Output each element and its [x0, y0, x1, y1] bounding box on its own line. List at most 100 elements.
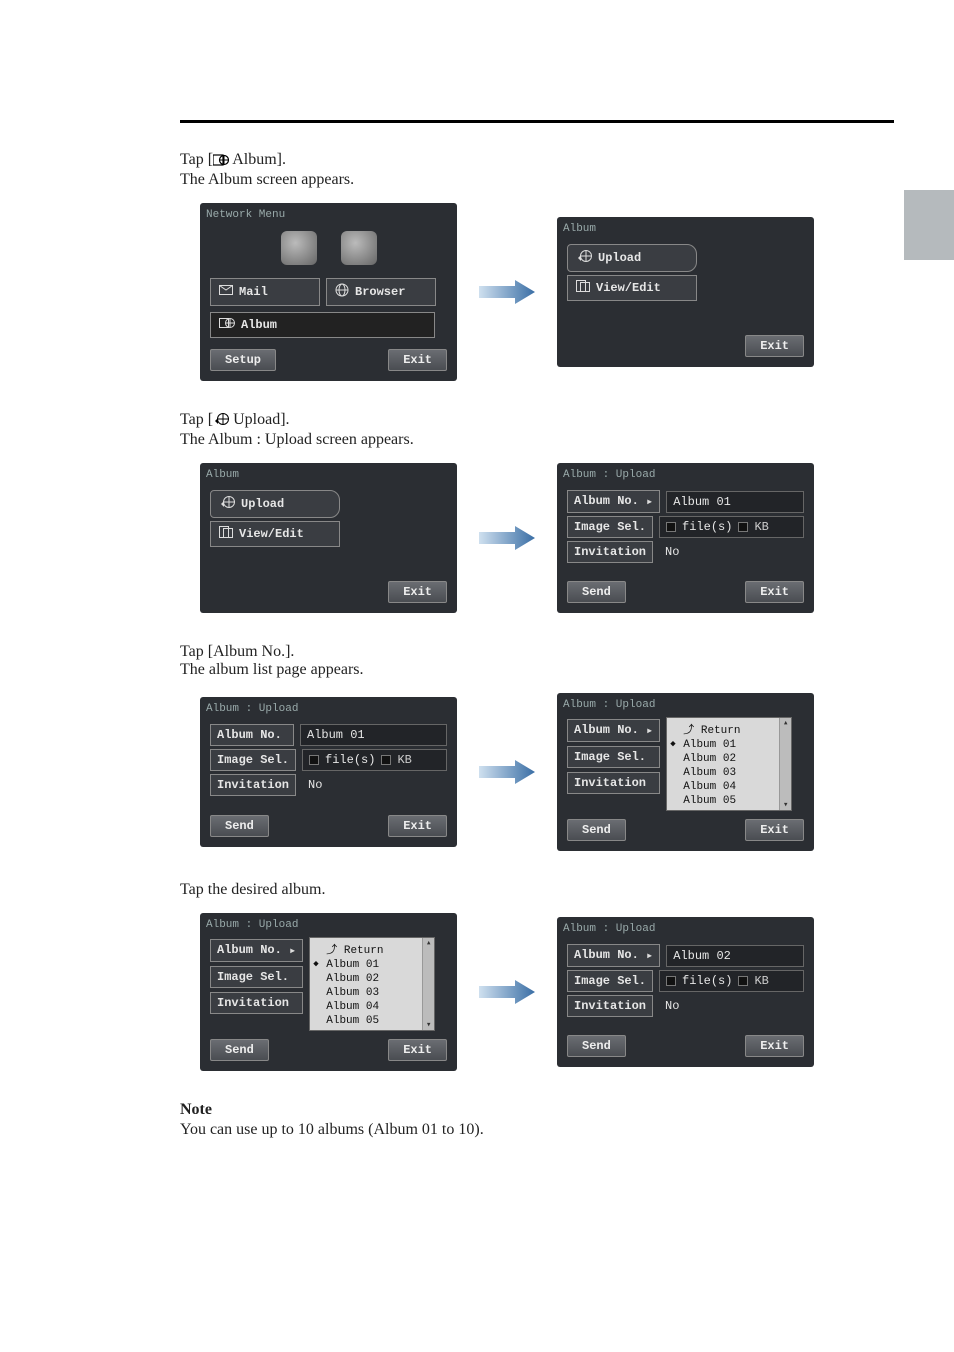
album-button-selected[interactable]: Album — [210, 312, 435, 338]
album-list-screen-2: Album : Upload Album No. ▸ Image Sel. In… — [200, 913, 457, 1071]
list-item[interactable]: Album 05 — [667, 794, 791, 808]
step-1-screens: Network Menu Mail Browser — [200, 203, 894, 381]
screen-title: Album — [206, 469, 451, 481]
globe-icon — [335, 283, 349, 301]
upload-icon — [219, 495, 235, 513]
image-sel-value: file(s) KB — [659, 516, 804, 538]
viewedit-menu-item[interactable]: View/Edit — [210, 521, 340, 547]
album-no-value: Album 01 — [300, 724, 447, 746]
exit-button[interactable]: Exit — [745, 1035, 804, 1057]
dropdown-return[interactable]: ⤴ Return — [310, 940, 434, 958]
viewedit-icon — [576, 280, 590, 296]
album-no-button[interactable]: Album No. ▸ — [567, 944, 660, 967]
send-button[interactable]: Send — [567, 581, 626, 603]
count-box-icon — [666, 976, 676, 986]
step-1-desc: The Album screen appears. — [180, 171, 894, 189]
send-button[interactable]: Send — [210, 1039, 269, 1061]
album-dropdown[interactable]: ⤴ Return Album 01 Album 02 Album 03 Albu… — [309, 937, 435, 1031]
album-screen-2: Album Upload View/Edit Exit — [200, 463, 457, 613]
exit-button[interactable]: Exit — [388, 1039, 447, 1061]
album-no-value: Album 01 — [666, 491, 804, 513]
invitation-button[interactable]: Invitation — [567, 541, 653, 563]
upload-menu-item[interactable]: Upload — [567, 244, 697, 272]
image-sel-button[interactable]: Image Sel. — [567, 746, 660, 768]
exit-button[interactable]: Exit — [745, 581, 804, 603]
count-box-icon — [309, 755, 319, 765]
upload-label: Upload — [241, 497, 284, 511]
invitation-button[interactable]: Invitation — [567, 772, 660, 794]
image-sel-button[interactable]: Image Sel. — [210, 966, 303, 988]
send-button[interactable]: Send — [210, 815, 269, 837]
album-no-button[interactable]: Album No. ▸ — [567, 719, 660, 742]
scrollbar[interactable]: ▴▾ — [422, 938, 434, 1030]
image-sel-button[interactable]: Image Sel. — [567, 970, 653, 992]
mail-label: Mail — [239, 285, 268, 299]
step-1-label: Tap [ Album]. — [180, 151, 894, 171]
exit-button[interactable]: Exit — [745, 335, 804, 357]
screen-title: Album : Upload — [563, 699, 808, 711]
list-item[interactable]: Album 01 — [667, 738, 791, 752]
mail-icon — [219, 285, 233, 299]
album-upload-screen: Album : Upload Album No. ▸ Album 01 Imag… — [557, 463, 814, 613]
exit-button[interactable]: Exit — [388, 349, 447, 371]
files-label: file(s) — [682, 520, 732, 534]
count-box-icon — [666, 522, 676, 532]
note-text: You can use up to 10 albums (Album 01 to… — [180, 1121, 894, 1139]
arrow-icon — [477, 758, 537, 786]
exit-button[interactable]: Exit — [388, 815, 447, 837]
send-button[interactable]: Send — [567, 1035, 626, 1057]
viewedit-label: View/Edit — [239, 527, 304, 541]
list-item[interactable]: Album 01 — [310, 958, 434, 972]
album-label: Album — [241, 318, 277, 332]
album-dropdown[interactable]: ⤴ Return Album 01 Album 02 Album 03 Albu… — [666, 717, 792, 811]
album-no-button[interactable]: Album No. — [210, 724, 294, 746]
step-2-label: Tap [ Upload]. — [180, 411, 894, 431]
screen-title: Album : Upload — [563, 923, 808, 935]
step-3-desc: The album list page appears. — [180, 661, 894, 679]
setup-button[interactable]: Setup — [210, 349, 276, 371]
upload-label: Upload — [598, 251, 641, 265]
list-item[interactable]: Album 02 — [667, 752, 791, 766]
album-no-button[interactable]: Album No. ▸ — [567, 490, 660, 513]
invitation-button[interactable]: Invitation — [567, 995, 653, 1017]
invitation-button[interactable]: Invitation — [210, 774, 296, 796]
invitation-value: No — [302, 775, 328, 795]
image-sel-button[interactable]: Image Sel. — [567, 516, 653, 538]
list-item[interactable]: Album 03 — [310, 986, 434, 1000]
kb-label: KB — [397, 753, 411, 767]
album-screen: Album Upload View/Edit Exit — [557, 217, 814, 367]
side-tab — [904, 190, 954, 260]
album-no-value: Album 02 — [666, 945, 804, 967]
size-box-icon — [381, 755, 391, 765]
viewedit-menu-item[interactable]: View/Edit — [567, 275, 697, 301]
dropdown-return[interactable]: ⤴ Return — [667, 720, 791, 738]
list-item[interactable]: Album 04 — [310, 1000, 434, 1014]
list-item[interactable]: Album 04 — [667, 780, 791, 794]
album-list-screen-1: Album : Upload Album No. ▸ Image Sel. In… — [557, 693, 814, 851]
scrollbar[interactable]: ▴▾ — [779, 718, 791, 810]
album-icon — [219, 317, 235, 333]
upload-menu-item[interactable]: Upload — [210, 490, 340, 518]
step-4-screens: Album : Upload Album No. ▸ Image Sel. In… — [200, 913, 894, 1071]
exit-button[interactable]: Exit — [388, 581, 447, 603]
exit-button[interactable]: Exit — [745, 819, 804, 841]
list-item[interactable]: Album 05 — [310, 1014, 434, 1028]
album-icon — [213, 153, 229, 171]
invitation-button[interactable]: Invitation — [210, 992, 303, 1014]
invitation-value: No — [659, 996, 685, 1016]
step-3-label: Tap [Album No.]. — [180, 643, 894, 661]
thumb-1 — [281, 231, 317, 265]
send-button[interactable]: Send — [567, 819, 626, 841]
list-item[interactable]: Album 02 — [310, 972, 434, 986]
viewedit-icon — [219, 526, 233, 542]
invitation-value: No — [659, 542, 685, 562]
album-no-button[interactable]: Album No. ▸ — [210, 939, 303, 962]
list-item[interactable]: Album 03 — [667, 766, 791, 780]
album-upload-screen-2: Album : Upload Album No. Album 01 Image … — [200, 697, 457, 847]
arrow-icon — [477, 978, 537, 1006]
step-3-screens: Album : Upload Album No. Album 01 Image … — [200, 693, 894, 851]
image-sel-button[interactable]: Image Sel. — [210, 749, 296, 771]
mail-button[interactable]: Mail — [210, 278, 320, 306]
step-2-block: Tap [ Upload]. The Album : Upload screen… — [180, 411, 894, 449]
browser-button[interactable]: Browser — [326, 278, 436, 306]
